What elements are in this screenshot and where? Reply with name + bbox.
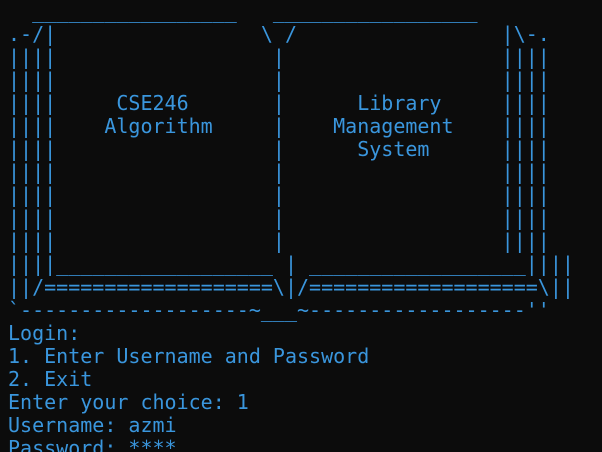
ascii-book-banner-line: |||| CSE246 | Library ||||	[8, 91, 550, 115]
menu-option-login: 1. Enter Username and Password	[8, 344, 370, 368]
ascii-book-banner-line: |||| | ||||	[8, 160, 550, 184]
login-heading: Login:	[8, 321, 81, 345]
choice-prompt: Enter your choice: 1	[8, 390, 249, 414]
ascii-book-banner-line: |||| | ||||	[8, 45, 550, 69]
ascii-book-banner-line: |||| | ||||	[8, 206, 550, 230]
username-prompt: Username: azmi	[8, 413, 177, 437]
ascii-book-banner-line: `-------------------~___~---------------…	[8, 298, 550, 322]
ascii-book-banner-line: |||| | System ||||	[8, 137, 550, 161]
ascii-book-banner-line: _________________ _________________	[8, 0, 478, 23]
ascii-book-banner-line: .-/| \ / |\-.	[8, 22, 550, 46]
ascii-book-banner-line: ||||__________________ | _______________…	[8, 252, 574, 276]
password-prompt[interactable]: Password: ****	[8, 437, 574, 452]
menu-option-exit: 2. Exit	[8, 367, 93, 391]
ascii-book-banner-line: |||| | ||||	[8, 183, 550, 207]
ascii-book-banner-line: |||| | ||||	[8, 229, 550, 253]
console-output: _________________ _________________ .-/| …	[8, 0, 574, 452]
ascii-book-banner-line: ||/===================\|/===============…	[8, 275, 574, 299]
ascii-book-banner-line: |||| | ||||	[8, 68, 550, 92]
console-window[interactable]: _________________ _________________ .-/| …	[0, 0, 602, 452]
ascii-book-banner-line: |||| Algorithm | Management ||||	[8, 114, 550, 138]
